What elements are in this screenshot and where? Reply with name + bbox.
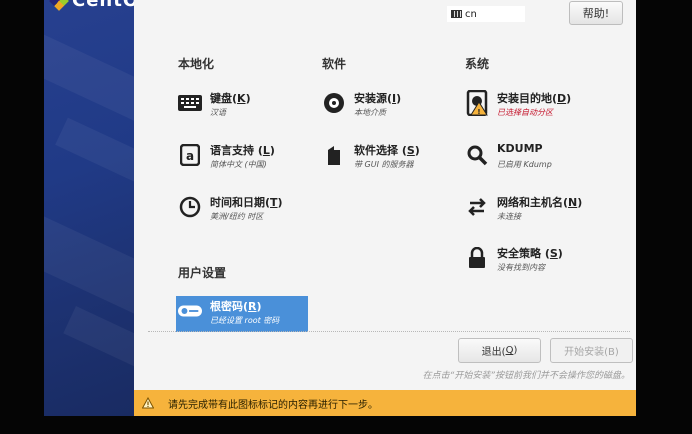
keyboard-icon (451, 10, 462, 18)
divider (148, 331, 630, 332)
help-label: 帮助! (582, 7, 610, 20)
disk-warning-icon: ! (465, 90, 489, 116)
spoke-software-status: 带 GUI 的服务器 (354, 160, 414, 169)
spoke-software-title: 软件选择 (S) (354, 144, 420, 157)
spoke-destination-status: 已选择自动分区 (497, 108, 553, 117)
keyboard-layout-indicator[interactable]: cn (447, 6, 525, 22)
spoke-software-selection[interactable]: 软件选择 (S) 带 GUI 的服务器 (320, 140, 458, 178)
category-user-settings: 用户设置 (178, 266, 227, 280)
begin-installation-button[interactable]: 开始安装(B) (550, 338, 633, 363)
spoke-source-title: 安装源(I) (354, 92, 402, 105)
keyboard-layout-label: cn (465, 8, 477, 20)
svg-text:a: a (186, 149, 194, 163)
package-icon (322, 143, 346, 167)
centos-logo-icon (49, 0, 69, 11)
disc-icon (322, 91, 346, 115)
spoke-source-status: 本地介质 (354, 108, 386, 117)
warning-icon (142, 397, 154, 409)
spoke-datetime-status: 美洲/纽约 时区 (210, 212, 264, 221)
magnifier-icon (465, 143, 489, 167)
spoke-keyboard-status: 汉语 (210, 108, 226, 117)
spoke-datetime[interactable]: 时间和日期(T) 美洲/纽约 时区 (176, 192, 314, 230)
help-button[interactable]: 帮助! (569, 1, 623, 25)
warning-text: 请先完成带有此图标标记的内容再进行下一步。 (168, 399, 378, 411)
category-localization: 本地化 (178, 57, 215, 71)
lock-icon (465, 246, 489, 270)
spoke-keyboard[interactable]: 键盘(K) 汉语 (176, 88, 314, 126)
quit-button[interactable]: 退出(Q) (458, 338, 541, 363)
network-arrows-icon (465, 195, 489, 219)
vm-screen: CentOS cn 帮助! 本地化 软件 系统 用户设置 键盘(K) 汉语 a … (0, 0, 692, 434)
spoke-kdump-status: 已启用 Kdump (497, 160, 552, 169)
spoke-security-status: 没有找到内容 (497, 263, 545, 272)
category-software: 软件 (322, 57, 347, 71)
spoke-keyboard-title: 键盘(K) (210, 92, 251, 105)
spoke-datetime-title: 时间和日期(T) (210, 196, 283, 209)
keyboard-icon (178, 91, 202, 115)
spoke-root-password[interactable]: 根密码(R) 已经设置 root 密码 (176, 296, 308, 332)
sidebar (44, 0, 134, 416)
category-system: 系统 (465, 57, 490, 71)
spoke-network-status: 未连接 (497, 212, 521, 221)
spoke-network-title: 网络和主机名(N) (497, 196, 583, 209)
spoke-language[interactable]: a 语言支持 (L) 简体中文 (中国) (176, 140, 314, 178)
spoke-installation-source[interactable]: 安装源(I) 本地介质 (320, 88, 458, 126)
spoke-network-hostname[interactable]: 网络和主机名(N) 未连接 (463, 192, 601, 230)
spoke-security-policy[interactable]: 安全策略 (S) 没有找到内容 (463, 243, 601, 281)
svg-text:!: ! (477, 108, 480, 116)
hint-text: 在点击“开始安装”按钮前我们并不会操作您的磁盘。 (422, 371, 630, 381)
spoke-destination-title: 安装目的地(D) (497, 92, 572, 105)
spoke-kdump-title: KDUMP (497, 142, 543, 155)
spoke-security-title: 安全策略 (S) (497, 247, 563, 260)
spoke-language-status: 简体中文 (中国) (210, 160, 267, 169)
warning-bar: 请先完成带有此图标标记的内容再进行下一步。 (134, 390, 636, 416)
spoke-root-title: 根密码(R) (210, 300, 262, 313)
spoke-language-title: 语言支持 (L) (210, 144, 275, 157)
clock-icon (178, 195, 202, 219)
spoke-installation-destination[interactable]: ! 安装目的地(D) 已选择自动分区 (463, 88, 601, 126)
language-icon: a (178, 143, 202, 167)
key-icon (178, 299, 202, 323)
spoke-root-status: 已经设置 root 密码 (210, 316, 280, 325)
spoke-kdump[interactable]: KDUMP 已启用 Kdump (463, 140, 601, 178)
